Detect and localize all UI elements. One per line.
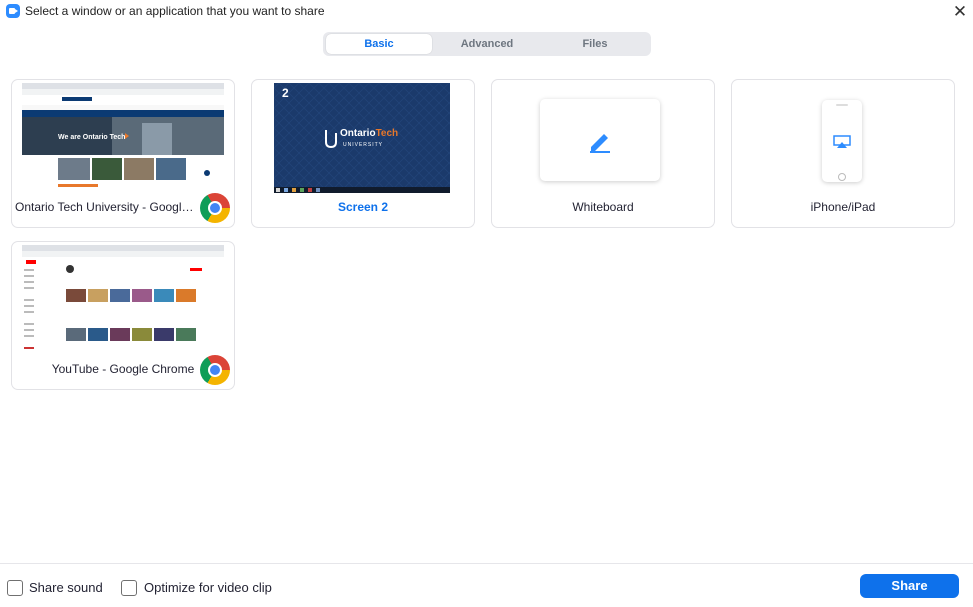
airplay-icon [833,135,851,154]
window-title: Select a window or an application that y… [25,4,325,18]
share-item-ontario-tech-chrome[interactable]: We are Ontario Tech Ontario Tech Univers… [11,79,235,228]
ontario-tech-logo-sub: UNIVERSITY [343,142,384,148]
share-item-label: Screen 2 [337,200,389,214]
share-item-screen-2[interactable]: 2 OntarioTech UNIVERSITY Screen 2 [251,79,475,228]
phone-preview [822,100,862,182]
share-item-label: Whiteboard [572,200,634,214]
share-button[interactable]: Share [860,574,959,598]
chrome-icon [200,193,230,223]
share-item-whiteboard[interactable]: Whiteboard [491,79,715,228]
tab-basic[interactable]: Basic [326,34,432,54]
phone-speaker [836,104,848,106]
tab-files[interactable]: Files [542,34,648,54]
phone-home-button [838,173,846,181]
screen-number: 2 [282,86,289,100]
close-button[interactable]: ✕ [948,0,972,24]
ontario-tech-logo: OntarioTech [340,128,399,139]
chrome-icon [200,355,230,385]
svg-text:We are Ontario Tech: We are Ontario Tech [58,134,125,141]
zoom-app-icon [6,4,20,18]
share-sound-checkbox[interactable] [7,580,23,596]
tab-advanced[interactable]: Advanced [434,34,540,54]
share-item-youtube-chrome[interactable]: YouTube - Google Chrome [11,241,235,390]
title-bar: Select a window or an application that y… [0,0,973,24]
share-item-label: Ontario Tech University - Google Chrome [15,200,200,214]
whiteboard-preview [540,99,660,181]
share-sound-label[interactable]: Share sound [29,580,103,595]
optimize-video-checkbox[interactable] [121,580,137,596]
window-thumbnail [22,245,224,355]
optimize-video-label[interactable]: Optimize for video clip [144,580,272,595]
window-thumbnail: We are Ontario Tech [22,83,224,193]
share-item-label: iPhone/iPad [810,200,876,214]
share-item-iphone-ipad[interactable]: iPhone/iPad [731,79,955,228]
pencil-icon [587,127,613,158]
share-tabs: Basic Advanced Files [323,32,651,56]
